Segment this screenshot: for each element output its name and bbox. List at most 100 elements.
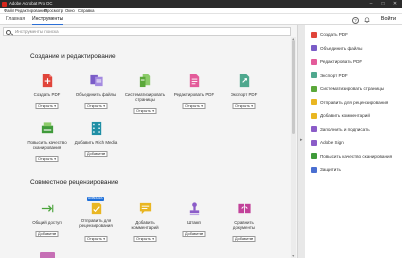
tool-rich-media[interactable]: Добавить Rich Media Добавить ▾ bbox=[73, 121, 119, 157]
create-pdf-icon bbox=[42, 73, 52, 88]
tool-edit-pdf[interactable]: Редактировать PDF Открыть ▾ bbox=[171, 73, 217, 109]
search-input[interactable]: Инструменты поиска bbox=[3, 27, 291, 36]
tool-send-for-review[interactable]: НОВИНКА Отправить для рецензирования Откр… bbox=[73, 196, 119, 242]
chevron-down-icon: ▾ bbox=[201, 232, 203, 236]
tool-organize-pages[interactable]: Систематизировать страницы Открыть ▾ bbox=[122, 73, 168, 114]
chevron-down-icon: ▾ bbox=[103, 104, 105, 108]
add-dropdown[interactable]: Добавить ▾ bbox=[35, 231, 59, 237]
chevron-down-icon: ▾ bbox=[152, 109, 154, 113]
close-window-button[interactable]: ✕ bbox=[389, 0, 401, 8]
question-icon[interactable]: ? bbox=[352, 16, 359, 24]
rich-media-icon bbox=[91, 121, 101, 136]
share-icon bbox=[41, 204, 53, 213]
bell-icon[interactable] bbox=[364, 16, 370, 24]
tool-label: Объединить файлы bbox=[75, 92, 117, 97]
add-dropdown[interactable]: Добавить ▾ bbox=[232, 236, 256, 242]
create-pdf-icon bbox=[311, 31, 317, 38]
fill-sign-icon bbox=[311, 126, 317, 132]
tool-stamp[interactable]: Штамп Добавить ▾ bbox=[171, 201, 217, 237]
protect-icon bbox=[311, 166, 317, 173]
open-dropdown[interactable]: Открыть ▾ bbox=[84, 236, 108, 242]
chevron-down-icon: ▾ bbox=[251, 237, 253, 241]
open-dropdown[interactable]: Открыть ▾ bbox=[35, 156, 59, 162]
adobe-sign-icon bbox=[311, 139, 317, 146]
rpanel-item-enhance-scans[interactable]: Повысить качество сканирования bbox=[309, 153, 401, 160]
chevron-down-icon: ▾ bbox=[103, 237, 105, 241]
tool-label: Отправить для рецензирования bbox=[79, 218, 113, 228]
tool-create-pdf[interactable]: Создать PDF Открыть ▾ bbox=[24, 73, 70, 109]
rpanel-item-fill-sign[interactable]: Заполнить и подписать bbox=[309, 126, 401, 133]
rpanel-item-create-pdf[interactable]: Создать PDF bbox=[309, 31, 401, 38]
tools-main-area: Инструменты поиска Создание и редактиров… bbox=[0, 25, 297, 258]
open-dropdown[interactable]: Открыть ▾ bbox=[84, 103, 108, 109]
tool-label: Добавить Rich Media bbox=[74, 140, 118, 145]
tool-combine-files[interactable]: Объединить файлы Открыть ▾ bbox=[73, 73, 119, 109]
edit-pdf-icon bbox=[311, 58, 317, 65]
open-dropdown[interactable]: Открыть ▾ bbox=[133, 236, 157, 242]
edit-pdf-icon bbox=[189, 73, 199, 88]
comment-icon bbox=[311, 112, 317, 119]
tab-home[interactable]: Главная bbox=[6, 14, 25, 25]
chevron-down-icon: ▾ bbox=[152, 237, 154, 241]
section-title-collaboration: Совместное рецензирование bbox=[30, 179, 119, 186]
scroll-thumb[interactable] bbox=[292, 40, 295, 134]
tool-enhance-scans[interactable]: Повысить качество сканирования Открыть ▾ bbox=[24, 121, 70, 162]
tool-label: Добавить комментарий bbox=[131, 220, 159, 230]
section-title-create-edit: Создание и редактирование bbox=[30, 53, 116, 60]
open-dropdown[interactable]: Открыть ▾ bbox=[182, 103, 206, 109]
rpanel-item-adobe-sign[interactable]: Adobe Sign bbox=[309, 139, 401, 146]
open-dropdown[interactable]: Открыть ▾ bbox=[35, 103, 59, 109]
tab-bar: Главная Инструменты ? Войти bbox=[0, 14, 402, 25]
tool-compare-documents[interactable]: Сравнить документы Добавить ▾ bbox=[221, 201, 267, 242]
tool-add-comment[interactable]: Добавить комментарий Открыть ▾ bbox=[122, 201, 168, 242]
rpanel-item-edit-pdf[interactable]: Редактировать PDF bbox=[309, 58, 401, 65]
rpanel-item-combine-files[interactable]: Объединить файлы bbox=[309, 45, 401, 52]
tool-label: Систематизировать страницы bbox=[124, 92, 166, 102]
export-pdf-icon bbox=[239, 73, 249, 88]
tool-export-pdf[interactable]: Экспорт PDF Открыть ▾ bbox=[221, 73, 267, 109]
open-dropdown[interactable]: Открыть ▾ bbox=[133, 108, 157, 114]
chevron-down-icon: ▾ bbox=[54, 157, 56, 161]
tool-partial-icon bbox=[40, 252, 55, 258]
send-review-icon: НОВИНКА bbox=[86, 196, 105, 216]
main-scrollbar[interactable]: ▲ ▼ bbox=[291, 37, 296, 258]
combine-files-icon bbox=[89, 74, 103, 87]
tab-tools[interactable]: Инструменты bbox=[32, 14, 64, 25]
acrobat-app-icon bbox=[2, 1, 7, 7]
rpanel-item-send-review[interactable]: Отправить для рецензирования bbox=[309, 99, 401, 106]
minimize-button[interactable]: – bbox=[365, 0, 377, 8]
combine-files-icon bbox=[311, 45, 317, 51]
compare-icon bbox=[237, 203, 251, 214]
search-icon bbox=[6, 29, 11, 35]
chevron-down-icon: ▾ bbox=[54, 232, 56, 236]
login-button[interactable]: Войти bbox=[381, 14, 396, 25]
tool-label: Создать PDF bbox=[33, 92, 61, 97]
organize-pages-icon bbox=[139, 73, 150, 88]
organize-pages-icon bbox=[311, 85, 317, 92]
chevron-down-icon: ▾ bbox=[103, 152, 105, 156]
tool-label: Экспорт PDF bbox=[230, 92, 258, 97]
chevron-right-icon[interactable]: ▸ bbox=[300, 137, 303, 143]
add-dropdown[interactable]: Добавить ▾ bbox=[84, 151, 108, 157]
scroll-down-icon[interactable]: ▼ bbox=[292, 254, 295, 258]
tool-label: Штамп bbox=[187, 220, 201, 225]
panel-divider[interactable]: ▸ bbox=[297, 25, 305, 258]
open-dropdown[interactable]: Открыть ▾ bbox=[232, 103, 256, 109]
new-badge: НОВИНКА bbox=[86, 196, 105, 201]
enhance-scans-icon bbox=[41, 122, 53, 134]
tool-share[interactable]: Общий доступ Добавить ▾ bbox=[24, 201, 70, 237]
maximize-button[interactable]: □ bbox=[377, 0, 389, 8]
chevron-down-icon: ▾ bbox=[54, 104, 56, 108]
rpanel-item-export-pdf[interactable]: Экспорт PDF bbox=[309, 72, 401, 79]
rpanel-item-protect[interactable]: Защитить bbox=[309, 166, 401, 173]
add-dropdown[interactable]: Добавить ▾ bbox=[182, 231, 206, 237]
chevron-down-icon: ▾ bbox=[251, 104, 253, 108]
rpanel-item-organize-pages[interactable]: Систематизировать страницы bbox=[309, 85, 401, 92]
comment-icon bbox=[139, 202, 151, 215]
right-tools-panel: Создать PDF Объединить файлы Редактирова… bbox=[305, 25, 402, 258]
export-pdf-icon bbox=[311, 72, 317, 78]
title-bar: Adobe Acrobat Pro DC – □ ✕ bbox=[0, 0, 402, 8]
search-placeholder: Инструменты поиска bbox=[15, 29, 59, 34]
tool-label: Сравнить документы bbox=[232, 220, 256, 230]
rpanel-item-add-comment[interactable]: Добавить комментарий bbox=[309, 112, 401, 119]
